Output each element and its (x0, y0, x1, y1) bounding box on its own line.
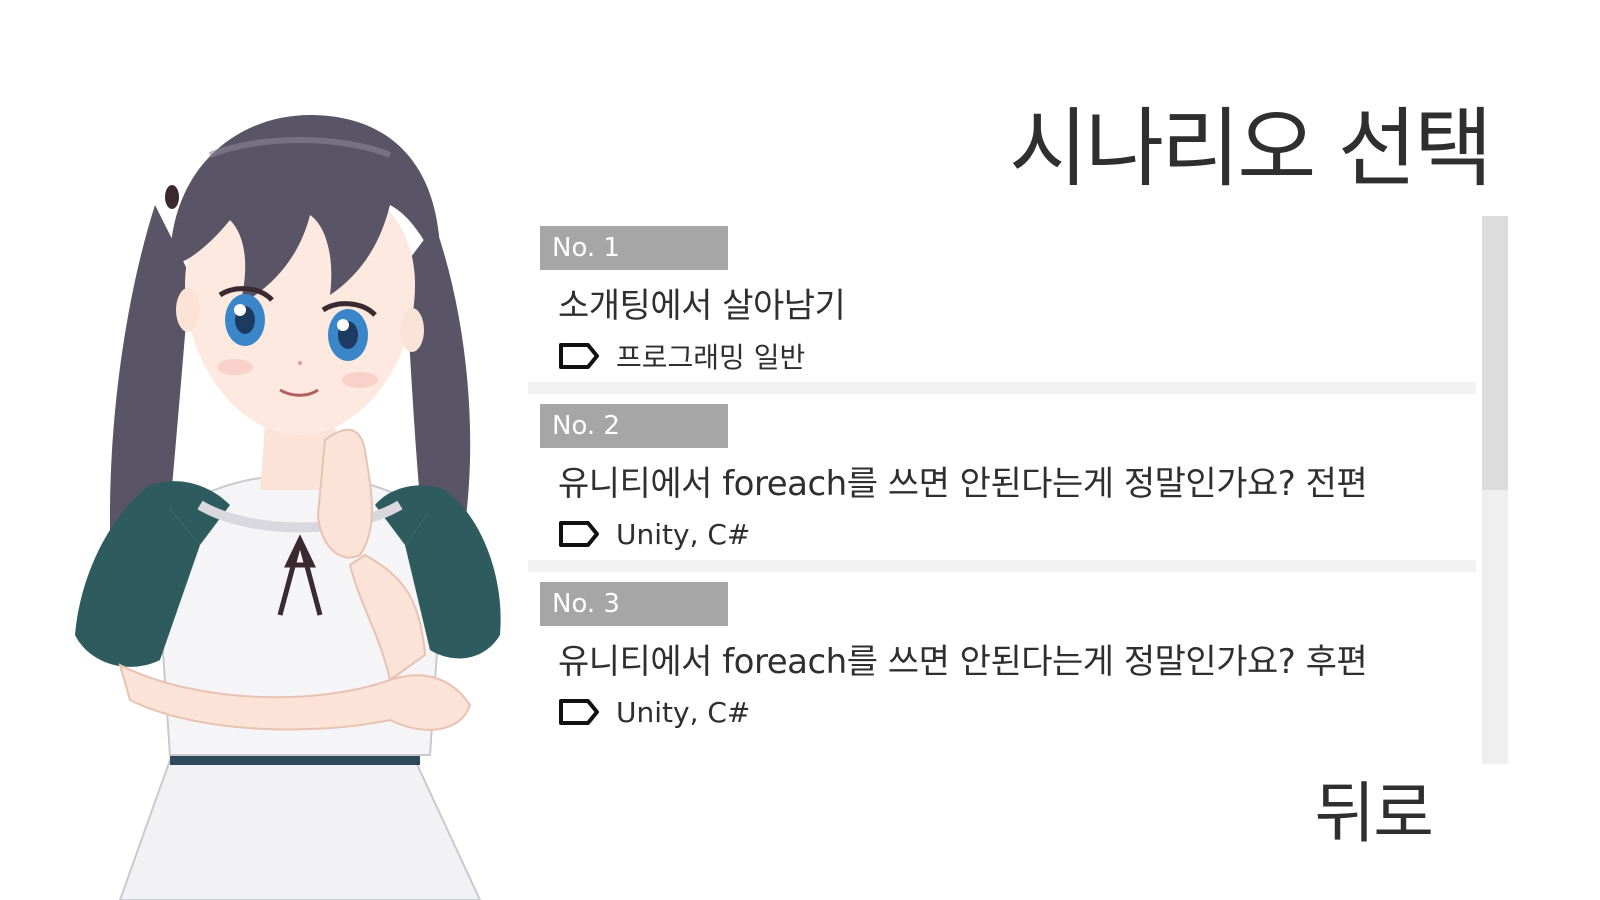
scenario-number-badge: No. 1 (540, 226, 728, 270)
scenario-title: 소개팅에서 살아남기 (558, 286, 846, 326)
scenario-number-badge: No. 3 (540, 582, 728, 626)
scenario-list-area: No. 1 소개팅에서 살아남기 프로그래밍 일반 No. 2 유니티에서 fo… (528, 216, 1508, 764)
scenario-item-3[interactable]: No. 3 유니티에서 foreach를 쓰면 안된다는게 정말인가요? 후편 … (528, 572, 1476, 750)
scenario-title: 유니티에서 foreach를 쓰면 안된다는게 정말인가요? 후편 (558, 642, 1368, 682)
scenario-title: 유니티에서 foreach를 쓰면 안된다는게 정말인가요? 전편 (558, 464, 1368, 504)
scrollbar[interactable] (1482, 216, 1508, 764)
back-button[interactable]: 뒤로 (1315, 760, 1434, 856)
scenario-tag-label: 프로그래밍 일반 (616, 341, 806, 374)
character-illustration (60, 95, 530, 900)
scenario-tag: 프로그래밍 일반 (558, 336, 805, 376)
scenario-list[interactable]: No. 1 소개팅에서 살아남기 프로그래밍 일반 No. 2 유니티에서 fo… (528, 216, 1476, 764)
scenario-tag: Unity, C# (558, 692, 750, 732)
scenario-item-1[interactable]: No. 1 소개팅에서 살아남기 프로그래밍 일반 (528, 216, 1476, 394)
character-drawing (75, 115, 501, 900)
scenario-tag-label: Unity, C# (616, 517, 751, 551)
scenario-select-screen: 시나리오 선택 No. 1 소개팅에서 살아남기 프로그래밍 일반 No. 2 … (0, 0, 1600, 900)
tag-icon (559, 521, 599, 547)
page-title: 시나리오 선택 (1008, 99, 1493, 199)
scenario-item-2[interactable]: No. 2 유니티에서 foreach를 쓰면 안된다는게 정말인가요? 전편 … (528, 394, 1476, 572)
tag-icon (559, 699, 599, 725)
scenario-tag: Unity, C# (558, 514, 750, 554)
scroll-thumb[interactable] (1482, 216, 1508, 490)
scenario-number-badge: No. 2 (540, 404, 728, 448)
tag-icon (559, 343, 599, 369)
scenario-tag-label: Unity, C# (616, 695, 751, 729)
